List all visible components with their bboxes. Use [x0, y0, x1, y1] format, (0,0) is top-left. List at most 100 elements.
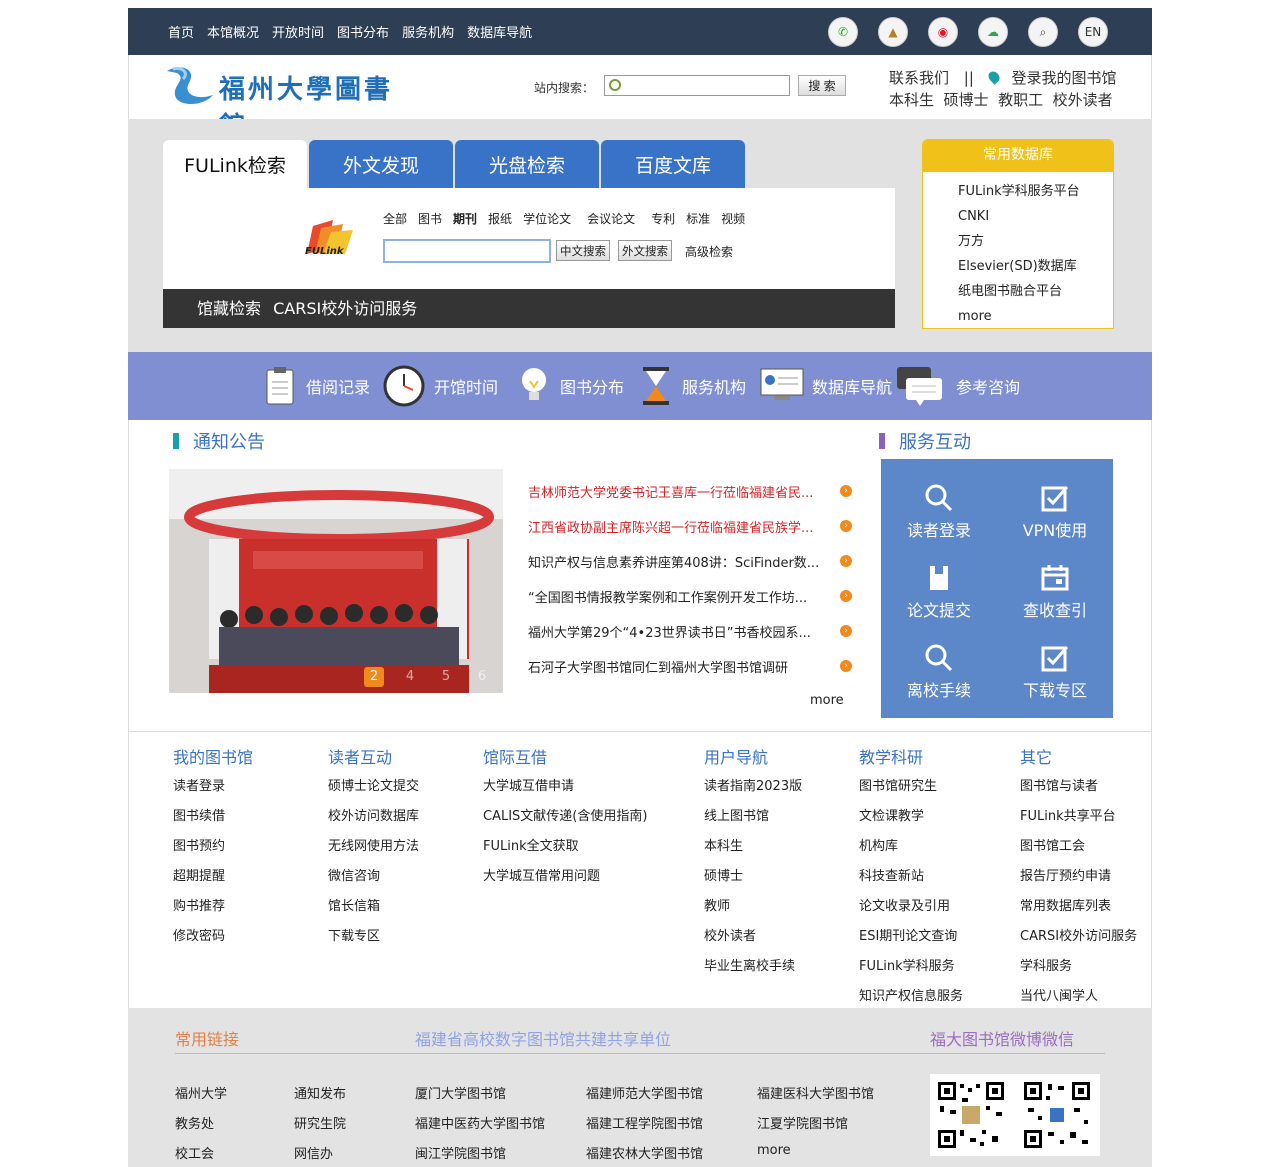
column-link[interactable]: CARSI校外访问服务 [1020, 922, 1137, 952]
download-area-button[interactable]: 下载专区 [997, 629, 1113, 709]
slider-dot[interactable]: 5 [436, 667, 456, 687]
column-link[interactable]: 教师 [704, 892, 802, 922]
site-search-button[interactable]: 搜 索 [798, 75, 846, 96]
footer-link[interactable]: 福建农林大学图书馆 [586, 1143, 703, 1162]
database-item[interactable]: Elsevier(SD)数据库 [958, 254, 1113, 279]
slider-dot[interactable]: 4 [400, 667, 420, 687]
arrow-right-icon[interactable]: › [840, 625, 852, 637]
footer-link[interactable]: 江夏学院图书馆 [757, 1113, 848, 1132]
column-link[interactable]: 图书馆工会 [1020, 832, 1137, 862]
column-title[interactable]: 教学科研 [859, 744, 963, 767]
footer-link[interactable]: 通知发布 [294, 1083, 346, 1102]
column-link[interactable]: 超期提醒 [173, 862, 253, 892]
database-item[interactable]: 万方 [958, 229, 1113, 254]
news-photo-slider[interactable]: 2 4 5 6 [169, 469, 503, 693]
footer-link[interactable]: 福建中医药大学图书馆 [415, 1113, 545, 1132]
category-standards[interactable]: 标准 [686, 210, 710, 227]
notice-more-link[interactable]: more [810, 693, 844, 708]
column-link[interactable]: 硕博士 [704, 862, 802, 892]
column-link[interactable]: 微信咨询 [328, 862, 419, 892]
footer-link[interactable]: 福建医科大学图书馆 [757, 1083, 874, 1102]
notice-item[interactable]: 石河子大学图书馆同仁到福州大学图书馆调研 › [528, 657, 852, 692]
column-link[interactable]: 报告厅预约申请 [1020, 862, 1137, 892]
column-link[interactable]: ESI期刊论文查询 [859, 922, 963, 952]
arrow-right-icon[interactable]: › [840, 555, 852, 567]
category-patents[interactable]: 专利 [651, 210, 675, 227]
column-link[interactable]: CALIS文献传递(含使用指南) [483, 802, 647, 832]
column-title[interactable]: 我的图书馆 [173, 744, 253, 767]
advanced-search-link[interactable]: 高级检索 [685, 243, 733, 260]
column-link[interactable]: 学科服务 [1020, 952, 1137, 982]
chinese-search-button[interactable]: 中文搜索 [556, 240, 610, 261]
nav-about[interactable]: 本馆概况 [207, 22, 259, 41]
category-journals[interactable]: 期刊 [453, 210, 477, 227]
footer-link[interactable]: 闽江学院图书馆 [415, 1143, 506, 1162]
nav-home[interactable]: 首页 [168, 22, 194, 41]
column-link[interactable]: 图书馆与读者 [1020, 772, 1137, 802]
category-newspapers[interactable]: 报纸 [488, 210, 512, 227]
vpn-usage-button[interactable]: VPN使用 [997, 469, 1113, 549]
nav-database-guide[interactable]: 数据库导航 [467, 22, 532, 41]
arrow-right-icon[interactable]: › [840, 520, 852, 532]
weibo-qr-code[interactable] [936, 1080, 1006, 1150]
footer-link[interactable]: 教务处 [175, 1113, 214, 1132]
database-item[interactable]: FULink学科服务平台 [958, 179, 1113, 204]
database-item[interactable]: CNKI [958, 204, 1113, 229]
service-opening-hours[interactable]: 开馆时间 [382, 352, 498, 420]
tab-baidu-wenku[interactable]: 百度文库 [601, 140, 745, 188]
arrow-right-icon[interactable]: › [840, 660, 852, 672]
site-search-input[interactable] [625, 77, 785, 94]
category-theses[interactable]: 学位论文 [523, 210, 571, 227]
column-link[interactable]: 修改密码 [173, 922, 253, 952]
column-link[interactable]: 本科生 [704, 832, 802, 862]
wechat-qr-code[interactable] [1022, 1080, 1092, 1150]
foreign-search-button[interactable]: 外文搜索 [618, 240, 672, 261]
column-link[interactable]: 毕业生离校手续 [704, 952, 802, 982]
footer-link[interactable]: 福建师范大学图书馆 [586, 1083, 703, 1102]
wechat-icon[interactable]: ✆ [828, 17, 858, 47]
database-item[interactable]: 纸电图书融合平台 [958, 279, 1113, 304]
column-link[interactable]: 大学城互借常用问题 [483, 862, 647, 892]
notice-title[interactable]: “全国图书情报教学案例和工作案例开发工作坊... [528, 587, 823, 606]
footer-link[interactable]: 厦门大学图书馆 [415, 1083, 506, 1102]
column-link[interactable]: FULink共享平台 [1020, 802, 1137, 832]
thesis-submission-button[interactable]: 论文提交 [881, 549, 997, 629]
search-icon[interactable]: ⌕ [1028, 17, 1058, 47]
citation-check-button[interactable]: 查收查引 [997, 549, 1113, 629]
notice-title[interactable]: 知识产权与信息素养讲座第408讲：SciFinder数... [528, 552, 823, 571]
service-database-guide[interactable]: 数据库导航 [760, 352, 892, 420]
carsi-link[interactable]: CARSI校外访问服务 [273, 299, 417, 318]
reader-login-button[interactable]: 读者登录 [881, 469, 997, 549]
login-link[interactable]: 登录我的图书馆 [1011, 69, 1116, 87]
footer-link[interactable]: 福建工程学院图书馆 [586, 1113, 703, 1132]
column-link[interactable]: 下载专区 [328, 922, 419, 952]
column-link[interactable]: 购书推荐 [173, 892, 253, 922]
column-link[interactable]: 馆长信箱 [328, 892, 419, 922]
column-link[interactable]: 校外读者 [704, 922, 802, 952]
column-link[interactable]: 常用数据库列表 [1020, 892, 1137, 922]
column-link[interactable]: 图书馆研究生 [859, 772, 963, 802]
nav-book-distribution[interactable]: 图书分布 [337, 22, 389, 41]
arrow-right-icon[interactable]: › [840, 485, 852, 497]
service-reference-consult[interactable]: 参考咨询 [896, 352, 1020, 420]
service-units[interactable]: 服务机构 [638, 352, 746, 420]
column-link[interactable]: 机构库 [859, 832, 963, 862]
collection-search-link[interactable]: 馆藏检索 [197, 299, 261, 318]
column-link[interactable]: FULink全文获取 [483, 832, 647, 862]
audience-links[interactable]: 本科生 硕博士 教职工 校外读者 [889, 89, 1116, 111]
column-title[interactable]: 用户导航 [704, 744, 802, 767]
nav-hours[interactable]: 开放时间 [272, 22, 324, 41]
arrow-right-icon[interactable]: › [840, 590, 852, 602]
library-logo[interactable]: 福州大學圖書館 [163, 61, 413, 142]
notice-item[interactable]: 江西省政协副主席陈兴超一行莅临福建省民族学... › [528, 517, 852, 552]
tab-foreign-discovery[interactable]: 外文发现 [309, 140, 453, 188]
notice-title[interactable]: 福州大学第29个“4•23世界读书日”书香校园系... [528, 622, 823, 641]
tab-fulink[interactable]: FULink检索 [163, 140, 307, 188]
tab-cd-search[interactable]: 光盘检索 [455, 140, 599, 188]
service-borrow-record[interactable]: 借阅记录 [262, 352, 370, 420]
category-all[interactable]: 全部 [383, 210, 407, 227]
database-more-link[interactable]: more [958, 304, 1113, 329]
weibo-icon[interactable]: ◉ [928, 17, 958, 47]
footer-link[interactable]: 网信办 [294, 1143, 333, 1162]
column-link[interactable]: 文检课教学 [859, 802, 963, 832]
